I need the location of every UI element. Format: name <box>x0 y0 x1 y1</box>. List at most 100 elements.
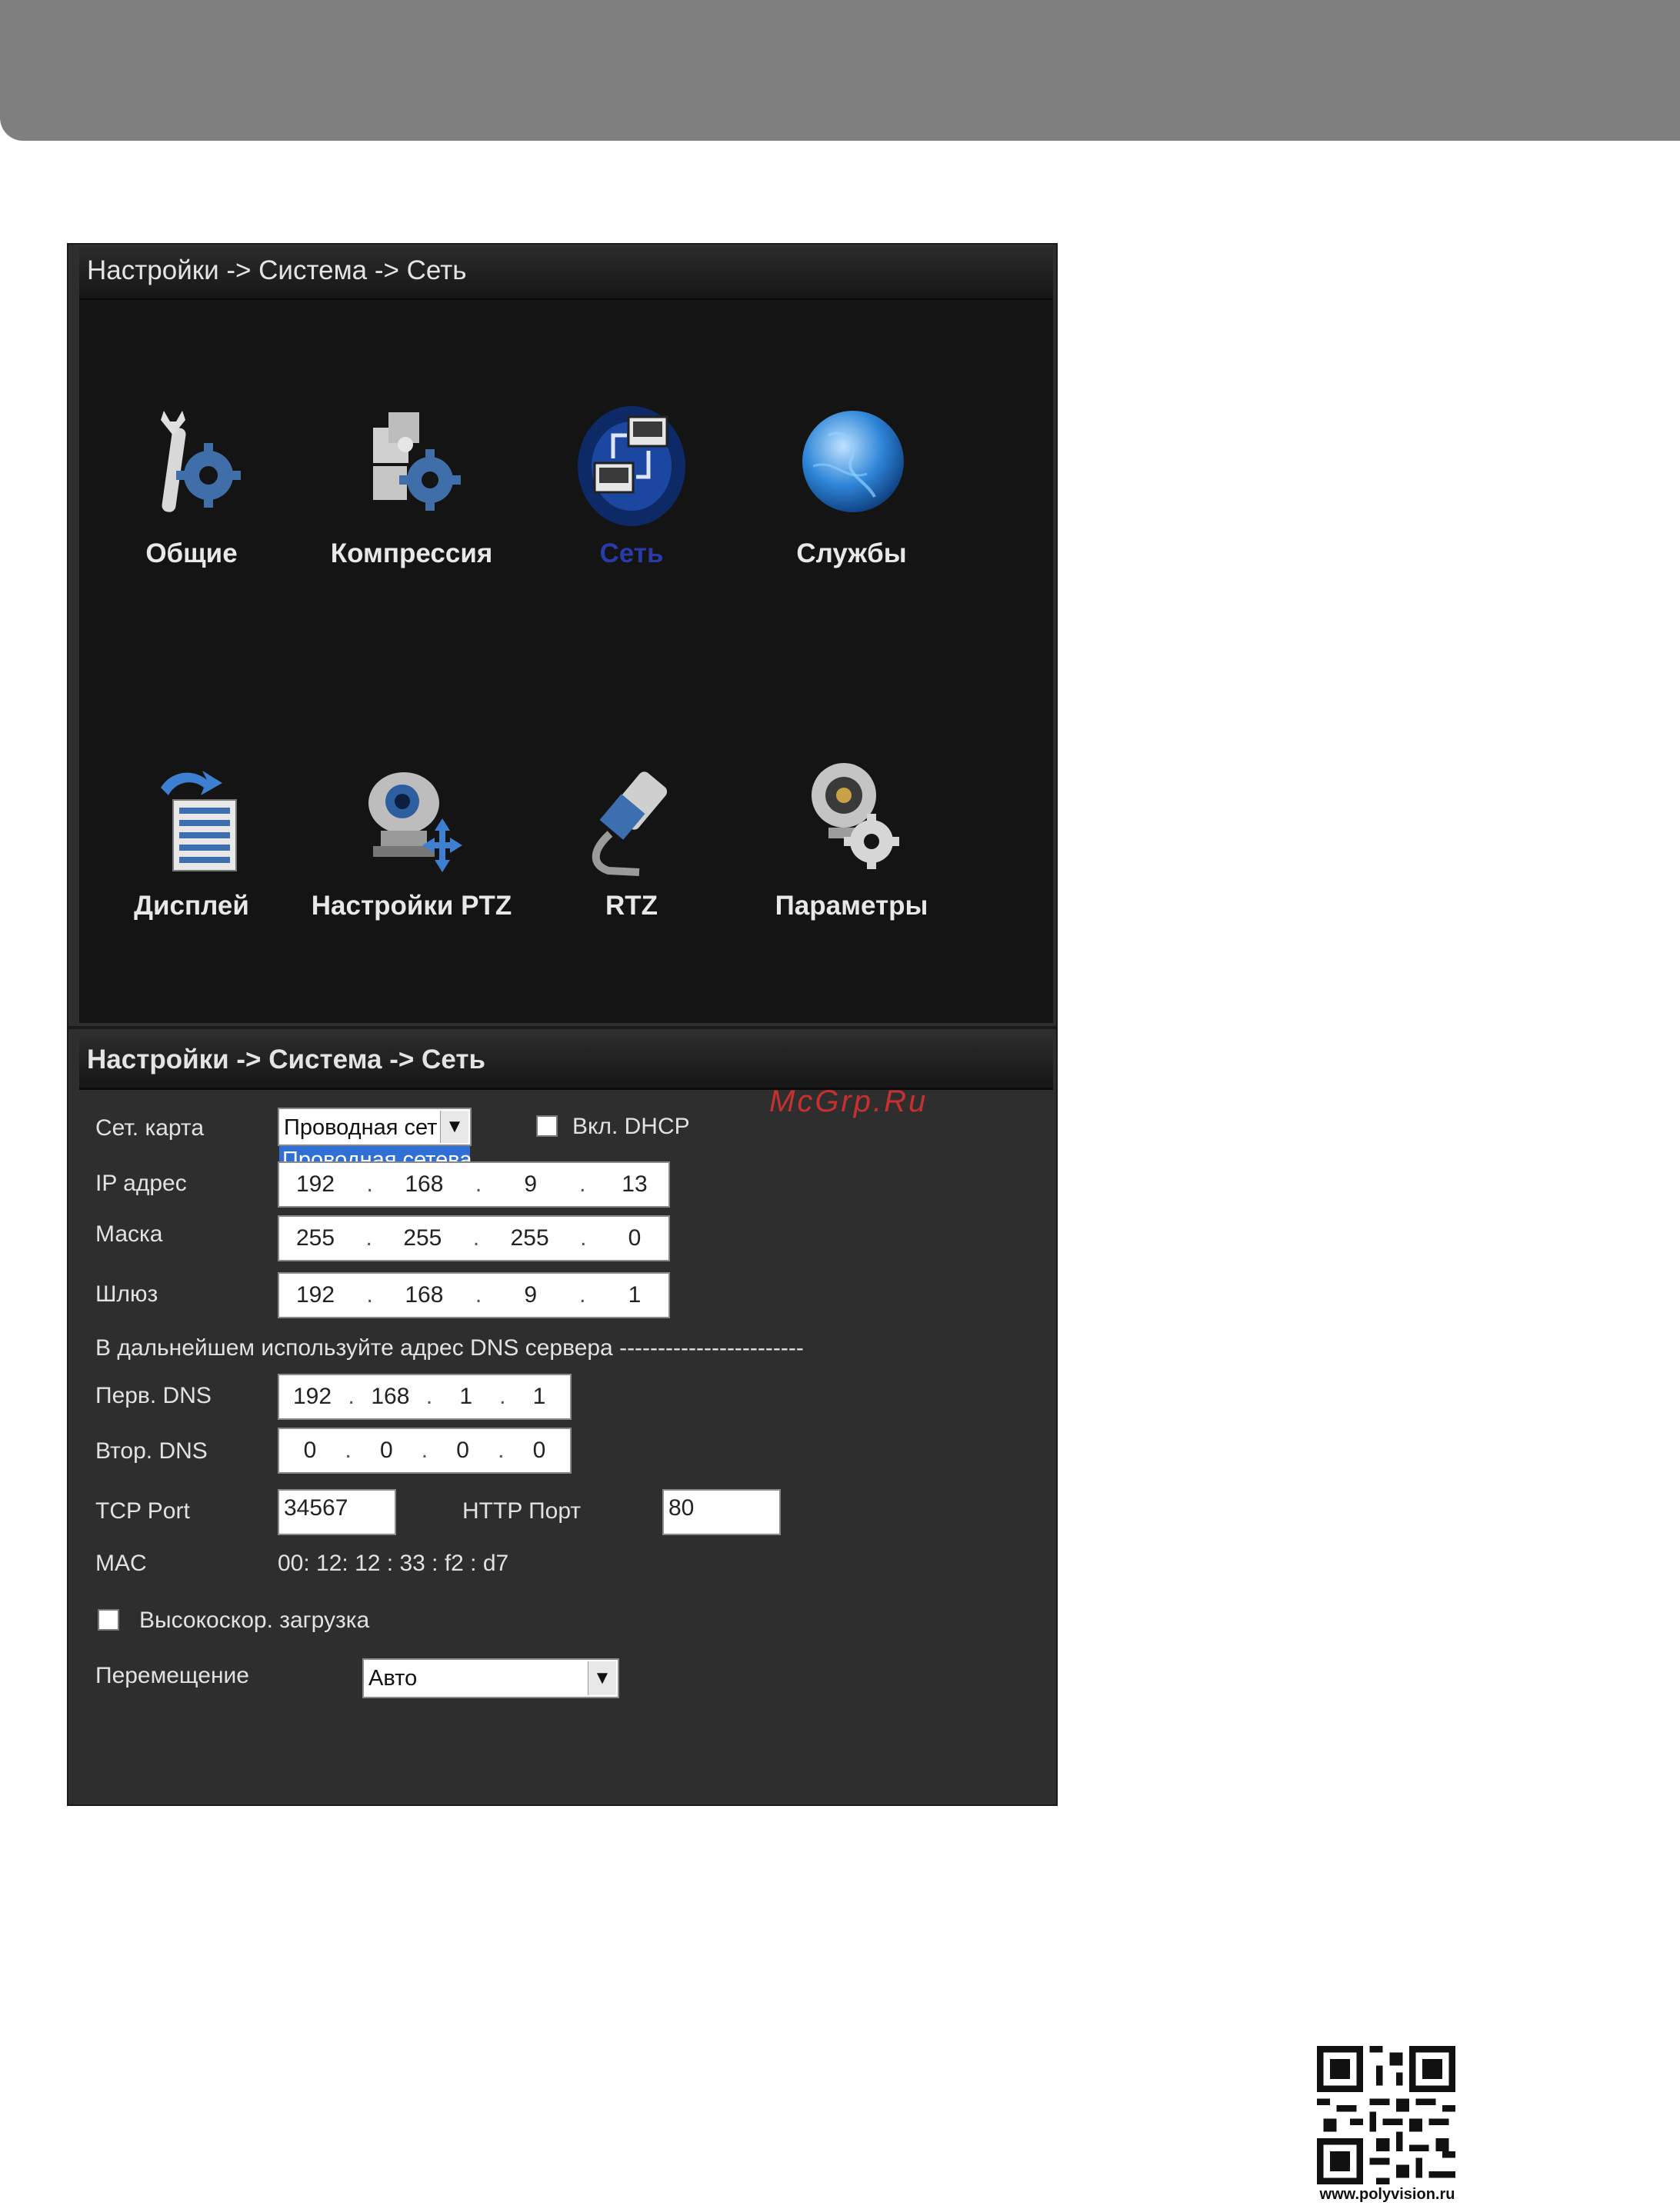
gateway-field[interactable]: 192. 168. 9. 1 <box>278 1272 670 1318</box>
ip-octet-2[interactable]: 168 <box>405 1171 443 1198</box>
octet-separator: . <box>421 1438 428 1463</box>
octet-separator: . <box>475 1282 482 1308</box>
tcp-port-label: TCP Port <box>95 1498 190 1524</box>
octet-separator: . <box>499 1384 506 1409</box>
dhcp-label: Вкл. DHCP <box>572 1114 690 1139</box>
octet-separator: . <box>366 1171 373 1197</box>
mask-octet-4[interactable]: 0 <box>618 1225 652 1251</box>
gateway-octet-2[interactable]: 168 <box>405 1282 443 1308</box>
network-icon <box>578 406 685 526</box>
menu-item-label: RTZ <box>605 891 658 921</box>
dns1-label: Перв. DNS <box>95 1383 212 1408</box>
ip-address-field[interactable]: 192. 168. 9. 13 <box>278 1161 670 1208</box>
menu-item-network[interactable]: Сеть <box>524 405 739 605</box>
tcp-port-field[interactable]: 34567 <box>278 1489 396 1535</box>
dns1-octet-4[interactable]: 1 <box>522 1384 556 1410</box>
chevron-down-icon[interactable]: ▼ <box>440 1111 468 1143</box>
dns2-octet-2[interactable]: 0 <box>369 1438 403 1464</box>
octet-separator: . <box>580 1225 587 1251</box>
octet-separator: . <box>365 1225 372 1251</box>
http-port-field[interactable]: 80 <box>662 1489 781 1535</box>
dns2-octet-4[interactable]: 0 <box>522 1438 556 1464</box>
menu-titlebar: Настройки -> Система -> Сеть <box>79 248 1053 301</box>
menu-icon-area: Общие Компрессия Сеть Службы Дисплей Нас… <box>79 300 1053 1023</box>
menu-item-label: Службы <box>796 538 907 568</box>
globe-icon <box>802 411 904 512</box>
mask-octet-2[interactable]: 255 <box>403 1225 442 1251</box>
octet-separator: . <box>475 1171 482 1197</box>
webcam-gear-icon <box>812 763 899 869</box>
net-card-select[interactable]: Проводная сет ▼ <box>278 1108 472 1146</box>
transfer-value: Авто <box>368 1666 418 1691</box>
transfer-select[interactable]: Авто ▼ <box>362 1658 619 1698</box>
watermark: McGrp.Ru <box>769 1085 928 1118</box>
menu-item-label: Компрессия <box>330 538 493 568</box>
puzzle-gear-icon <box>373 412 461 511</box>
highspeed-label: Высокоскор. загрузка <box>139 1608 370 1633</box>
cable-connector-icon <box>592 771 668 876</box>
ip-octet-3[interactable]: 9 <box>514 1171 548 1198</box>
qr-code-icon <box>1317 2046 1455 2184</box>
octet-separator: . <box>472 1225 480 1251</box>
menu-item-label: Общие <box>145 538 238 568</box>
menu-item-label: Настройки PTZ <box>311 891 512 921</box>
mac-label: MAC <box>95 1551 147 1576</box>
octet-separator: . <box>366 1282 373 1308</box>
tcp-port-value: 34567 <box>284 1495 348 1521</box>
network-settings-panel: Настройки -> Система -> Сеть Сет. карта … <box>67 1028 1058 1806</box>
octet-separator: . <box>348 1384 355 1409</box>
mask-octet-1[interactable]: 255 <box>296 1225 335 1251</box>
octet-separator: . <box>345 1438 352 1463</box>
menu-item-label: Дисплей <box>134 891 249 921</box>
highspeed-checkbox[interactable] <box>98 1609 119 1631</box>
mask-octet-3[interactable]: 255 <box>511 1225 549 1251</box>
chevron-down-icon[interactable]: ▼ <box>588 1661 616 1695</box>
menu-item-parameters[interactable]: Параметры <box>744 757 959 957</box>
mac-value: 00: 12: 12 : 33 : f2 : d7 <box>278 1551 509 1576</box>
menu-item-display[interactable]: Дисплей <box>84 757 299 957</box>
wrench-gear-icon <box>161 411 241 512</box>
menu-item-services[interactable]: Службы <box>744 405 959 605</box>
net-card-value: Проводная сет <box>284 1115 438 1140</box>
mask-label: Маска <box>95 1221 163 1247</box>
settings-menu-panel: Настройки -> Система -> Сеть Общие Компр… <box>67 243 1058 1028</box>
top-banner <box>0 0 1680 141</box>
octet-separator: . <box>579 1282 586 1308</box>
net-card-label: Сет. карта <box>95 1115 205 1141</box>
dns-heading: В дальнейшем используйте адрес DNS серве… <box>95 1335 804 1361</box>
dns1-octet-1[interactable]: 192 <box>293 1384 332 1410</box>
ip-octet-4[interactable]: 13 <box>618 1171 652 1198</box>
menu-item-compression[interactable]: Компрессия <box>304 405 519 605</box>
network-titlebar: Настройки -> Система -> Сеть <box>79 1037 1053 1090</box>
ip-label: IP адрес <box>95 1171 187 1196</box>
gateway-octet-3[interactable]: 9 <box>514 1282 548 1308</box>
menu-item-ptz[interactable]: Настройки PTZ <box>304 757 519 957</box>
primary-dns-field[interactable]: 192. 168. 1. 1 <box>278 1374 572 1420</box>
transfer-label: Перемещение <box>95 1663 249 1688</box>
dhcp-checkbox[interactable] <box>536 1115 558 1137</box>
menu-item-label: Параметры <box>775 891 928 921</box>
dns1-octet-3[interactable]: 1 <box>449 1384 483 1410</box>
menu-item-rtz[interactable]: RTZ <box>524 757 739 957</box>
menu-item-general[interactable]: Общие <box>84 405 299 605</box>
ptz-camera-icon <box>368 772 462 872</box>
octet-separator: . <box>498 1438 505 1463</box>
dns2-octet-3[interactable]: 0 <box>446 1438 480 1464</box>
dns1-octet-2[interactable]: 168 <box>371 1384 409 1410</box>
gateway-octet-1[interactable]: 192 <box>296 1282 335 1308</box>
gateway-octet-4[interactable]: 1 <box>618 1282 652 1308</box>
dns2-label: Втор. DNS <box>95 1438 208 1464</box>
secondary-dns-field[interactable]: 0. 0. 0. 0 <box>278 1428 572 1474</box>
qr-caption: www.polyvision.ru <box>1319 2186 1455 2203</box>
menu-item-label: Сеть <box>599 538 664 568</box>
dns2-octet-1[interactable]: 0 <box>293 1438 327 1464</box>
ip-octet-1[interactable]: 192 <box>296 1171 335 1198</box>
subnet-mask-field[interactable]: 255. 255. 255. 0 <box>278 1215 670 1261</box>
http-port-label: HTTP Порт <box>462 1498 582 1524</box>
menu-title: Настройки -> Система -> Сеть <box>87 255 467 285</box>
octet-separator: . <box>425 1384 433 1409</box>
network-title: Настройки -> Система -> Сеть <box>87 1045 485 1075</box>
octet-separator: . <box>579 1171 586 1197</box>
gateway-label: Шлюз <box>95 1281 158 1307</box>
display-list-icon <box>161 771 237 871</box>
